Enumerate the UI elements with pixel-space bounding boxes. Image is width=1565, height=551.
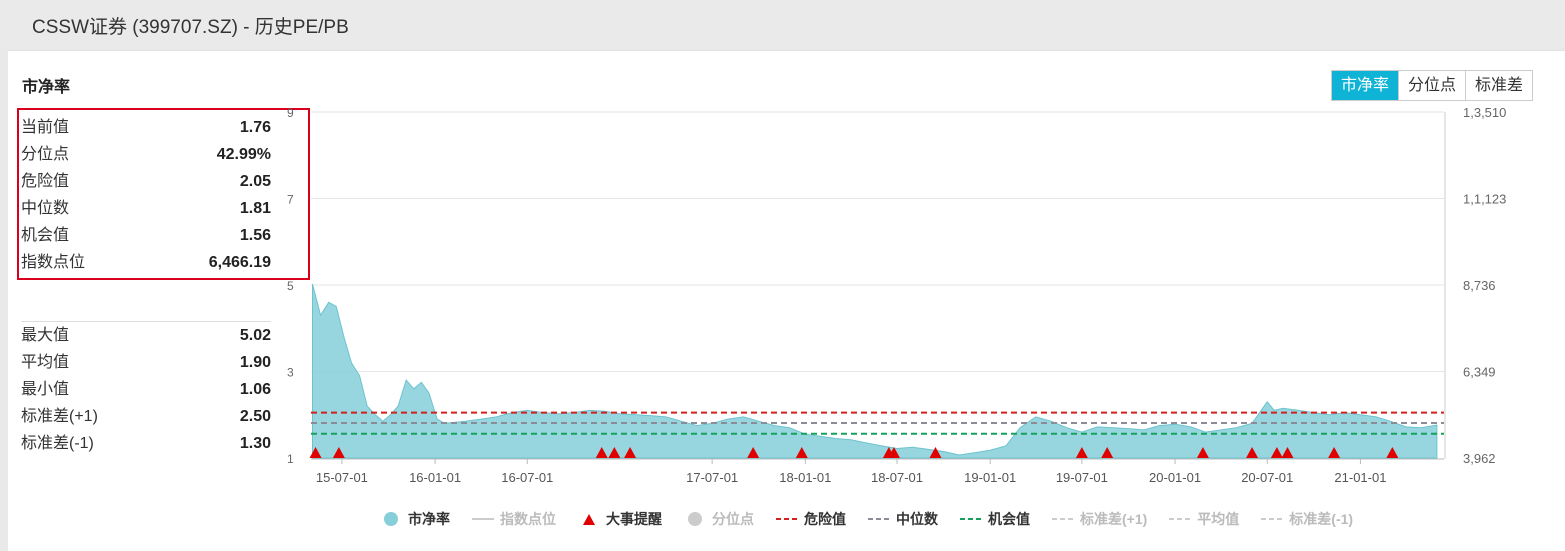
x-tick-label: 16-01-01	[409, 470, 461, 485]
legend-item[interactable]: 标准差(+1)	[1052, 509, 1147, 529]
y-tick-label-left: 5	[287, 279, 294, 293]
legend-item[interactable]: 危险值	[776, 509, 846, 529]
y-tick-label-left: 9	[287, 106, 294, 120]
y-tick-label-right: 3,962	[1463, 451, 1496, 466]
legend-label: 指数点位	[500, 511, 556, 527]
legend-label: 标准差(-1)	[1289, 511, 1354, 527]
y-tick-label-right: 8,736	[1463, 278, 1496, 293]
x-tick-label: 20-01-01	[1149, 470, 1201, 485]
x-tick-label: 19-01-01	[964, 470, 1016, 485]
y-tick-label-right: 1,1,123	[1463, 192, 1506, 207]
x-tick-label: 18-01-01	[779, 470, 831, 485]
legend-label: 标准差(+1)	[1080, 511, 1148, 527]
legend-item[interactable]: 标准差(-1)	[1261, 509, 1353, 529]
legend-label: 危险值	[804, 511, 846, 527]
dash-legend-icon	[1169, 512, 1192, 526]
dot-legend-icon	[684, 512, 706, 526]
dash-legend-icon	[868, 512, 890, 526]
x-tick-label: 20-07-01	[1241, 470, 1293, 485]
pb-chart: 1 3 5 7 9 3,962 6,349 8,736 1,1,123 1,3,510 15-07-…	[287, 105, 1506, 485]
legend-item[interactable]: 分位点	[684, 509, 754, 529]
x-tick-label: 21-01-01	[1334, 470, 1386, 485]
x-tick-label: 15-07-01	[316, 470, 368, 485]
line-legend-icon	[472, 512, 494, 526]
legend-item[interactable]: 市净率	[380, 509, 450, 529]
legend-label: 大事提醒	[606, 511, 662, 527]
y-tick-label-right: 1,3,510	[1463, 105, 1506, 120]
legend-label: 平均值	[1197, 511, 1240, 527]
chart-legend: 市净率 指数点位 大事提醒 分位点 危险值 中位数 机会值 标准差(+1) 平均值 标准差(-1)	[380, 509, 1375, 529]
dash-legend-icon	[1052, 512, 1074, 526]
legend-label: 机会值	[988, 511, 1030, 527]
dash-legend-icon	[960, 512, 982, 526]
dash-legend-icon	[776, 512, 798, 526]
x-tick-label: 16-07-01	[501, 470, 553, 485]
legend-item[interactable]: 大事提醒	[578, 509, 662, 529]
legend-item[interactable]: 机会值	[960, 509, 1030, 529]
y-tick-label-left: 3	[287, 366, 294, 380]
legend-label: 中位数	[896, 511, 938, 527]
y-tick-label-left: 1	[287, 452, 294, 466]
legend-item[interactable]: 指数点位	[472, 509, 556, 529]
dot-legend-icon	[380, 512, 402, 526]
legend-item[interactable]: 平均值	[1169, 509, 1239, 529]
x-tick-label: 17-07-01	[686, 470, 738, 485]
y-tick-label-right: 6,349	[1463, 365, 1496, 380]
legend-label: 分位点	[712, 511, 754, 527]
dash-legend-icon	[1261, 512, 1284, 526]
triangle-legend-icon	[578, 512, 600, 526]
x-tick-label: 19-07-01	[1056, 470, 1108, 485]
y-tick-label-left: 7	[287, 193, 294, 207]
legend-label: 市净率	[408, 511, 450, 527]
x-tick-label: 18-07-01	[871, 470, 923, 485]
legend-item[interactable]: 中位数	[868, 509, 938, 529]
